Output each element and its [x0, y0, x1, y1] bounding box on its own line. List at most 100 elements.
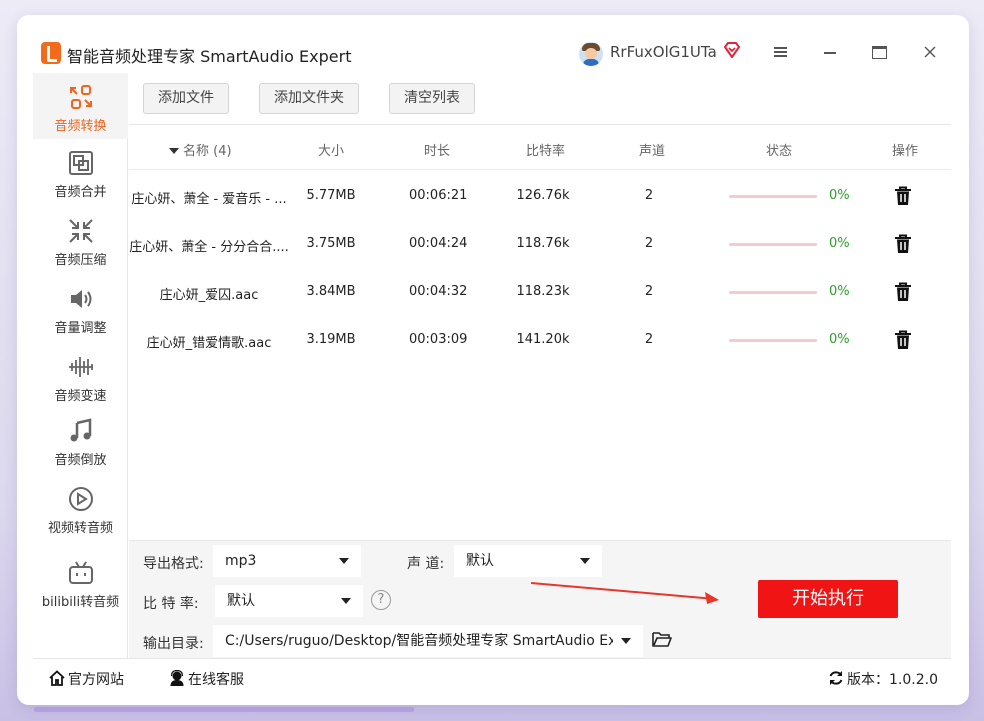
table-row[interactable]: 庄心妍、萧全 - 爱音乐 - ... 5.77MB 00:06:21 126.7… [129, 172, 951, 220]
toolbar: 添加文件 添加文件夹 清空列表 [129, 73, 951, 125]
file-bitrate: 118.23k [516, 284, 570, 299]
progress-percent: 0% [829, 332, 850, 347]
file-name: 庄心妍、萧全 - 分分合合.... [129, 240, 289, 255]
video-play-icon [68, 487, 93, 511]
channel-label: 声 道: [407, 556, 445, 572]
column-duration-header: 时长 [424, 144, 451, 159]
sidebar-item-volume[interactable]: 音量调整 [33, 275, 128, 341]
file-duration: 00:03:09 [409, 332, 468, 347]
column-name-header[interactable]: 名称 (4) [169, 140, 232, 159]
trash-icon[interactable] [894, 330, 912, 350]
close-icon[interactable] [922, 44, 938, 60]
progress-bar [729, 243, 817, 246]
format-select[interactable]: mp3 [213, 545, 361, 577]
app-window: 智能音频处理专家 SmartAudio Expert RrFuxOlG1UTa [17, 15, 969, 705]
file-channels: 2 [644, 332, 654, 347]
file-channels: 2 [644, 236, 654, 251]
chevron-down-icon [621, 638, 631, 644]
format-label: 导出格式: [143, 556, 204, 572]
file-channels: 2 [644, 284, 654, 299]
column-actions-header: 操作 [892, 144, 919, 159]
sidebar-item-speed[interactable]: 音频变速 [33, 343, 128, 409]
sidebar-item-video-to-audio[interactable]: 视频转音频 [33, 475, 128, 541]
bilibili-icon [68, 561, 93, 584]
refresh-icon [829, 671, 843, 685]
file-duration: 00:04:32 [409, 284, 468, 299]
sidebar-item-label: 音频合并 [54, 185, 107, 200]
folder-open-icon[interactable] [652, 630, 672, 648]
column-bitrate-header: 比特率 [526, 144, 566, 159]
add-folder-button[interactable]: 添加文件夹 [259, 83, 359, 114]
sidebar-item-label: 音量调整 [54, 321, 107, 336]
music-note-icon [70, 418, 91, 442]
sidebar-item-bilibili[interactable]: bilibili转音频 [33, 549, 128, 615]
bitrate-select[interactable]: 默认 [215, 585, 363, 617]
maximize-icon[interactable] [871, 44, 887, 60]
file-size: 3.19MB [306, 332, 356, 347]
username[interactable]: RrFuxOlG1UTa [610, 43, 717, 61]
file-bitrate: 141.20k [516, 332, 570, 347]
file-table-header: 名称 (4) 大小 时长 比特率 声道 状态 操作 [129, 126, 951, 170]
headset-icon [170, 670, 184, 686]
progress-bar [729, 195, 817, 198]
chevron-down-icon [339, 558, 349, 564]
bitrate-label: 比 特 率: [143, 596, 199, 612]
sidebar-item-label: 音频变速 [54, 389, 107, 404]
progress-percent: 0% [829, 236, 850, 251]
trash-icon[interactable] [894, 282, 912, 302]
title-bar: 智能音频处理专家 SmartAudio Expert RrFuxOlG1UTa [17, 15, 969, 73]
channel-select[interactable]: 默认 [454, 545, 602, 577]
sidebar-item-label: 音频压缩 [54, 253, 107, 268]
user-avatar[interactable] [579, 42, 603, 66]
sidebar-item-audio-merge[interactable]: 音频合并 [33, 139, 128, 205]
sidebar-item-audio-convert[interactable]: 音频转换 [33, 73, 128, 139]
file-duration: 00:06:21 [409, 188, 468, 203]
add-file-button[interactable]: 添加文件 [143, 83, 229, 114]
file-size: 3.84MB [306, 284, 356, 299]
clear-list-button[interactable]: 清空列表 [389, 83, 475, 114]
output-settings-panel: 导出格式: mp3 声 道: 默认 比 特 率: 默认 ? 开始执行 输出目录:… [129, 540, 951, 658]
sort-desc-icon [169, 148, 179, 154]
progress-percent: 0% [829, 284, 850, 299]
sidebar-item-label: bilibili转音频 [41, 595, 120, 610]
column-channels-header: 声道 [639, 144, 666, 159]
sidebar: 音频转换 音频合并 音频压缩 音量调整 音频变速 音频倒放 视频转音频 bili… [33, 73, 128, 658]
online-support-link[interactable]: 在线客服 [169, 669, 244, 689]
progress-bar [729, 339, 817, 342]
chevron-down-icon [341, 598, 351, 604]
audio-merge-icon [68, 151, 93, 175]
column-status-header: 状态 [766, 144, 793, 159]
home-icon [49, 670, 65, 686]
audio-convert-icon [69, 85, 92, 109]
progress-percent: 0% [829, 188, 850, 203]
background-decoration [34, 707, 414, 712]
output-dir-label: 输出目录: [143, 636, 204, 652]
footer-bar: 官方网站 在线客服 版本：1.0.2.0 [33, 658, 951, 696]
minimize-icon[interactable] [823, 44, 839, 60]
sidebar-item-reverse[interactable]: 音频倒放 [33, 407, 128, 473]
vip-diamond-icon[interactable] [723, 42, 741, 58]
table-row[interactable]: 庄心妍、萧全 - 分分合合.... 3.75MB 00:04:24 118.76… [129, 220, 951, 268]
chevron-down-icon [580, 558, 590, 564]
trash-icon[interactable] [894, 234, 912, 254]
file-name: 庄心妍_错爱情歌.aac [146, 336, 272, 351]
menu-icon[interactable] [773, 44, 789, 60]
version-info: 版本：1.0.2.0 [828, 669, 938, 689]
sidebar-item-label: 音频转换 [54, 119, 107, 134]
start-button[interactable]: 开始执行 [758, 580, 898, 618]
sidebar-item-audio-compress[interactable]: 音频压缩 [33, 207, 128, 273]
table-row[interactable]: 庄心妍_错爱情歌.aac 3.19MB 00:03:09 141.20k 2 0… [129, 316, 951, 364]
table-row[interactable]: 庄心妍_爱囚.aac 3.84MB 00:04:32 118.23k 2 0% [129, 268, 951, 316]
file-channels: 2 [644, 188, 654, 203]
annotation-arrow [530, 582, 719, 604]
help-icon[interactable]: ? [371, 590, 391, 610]
official-website-link[interactable]: 官方网站 [49, 669, 124, 689]
file-duration: 00:04:24 [409, 236, 468, 251]
output-dir-select[interactable]: C:/Users/ruguo/Desktop/智能音频处理专家 SmartAud… [213, 625, 643, 657]
sidebar-item-label: 音频倒放 [54, 453, 107, 468]
trash-icon[interactable] [894, 186, 912, 206]
audio-compress-icon [68, 219, 93, 243]
file-bitrate: 118.76k [516, 236, 570, 251]
file-name: 庄心妍_爱囚.aac [159, 288, 259, 303]
file-size: 5.77MB [306, 188, 356, 203]
